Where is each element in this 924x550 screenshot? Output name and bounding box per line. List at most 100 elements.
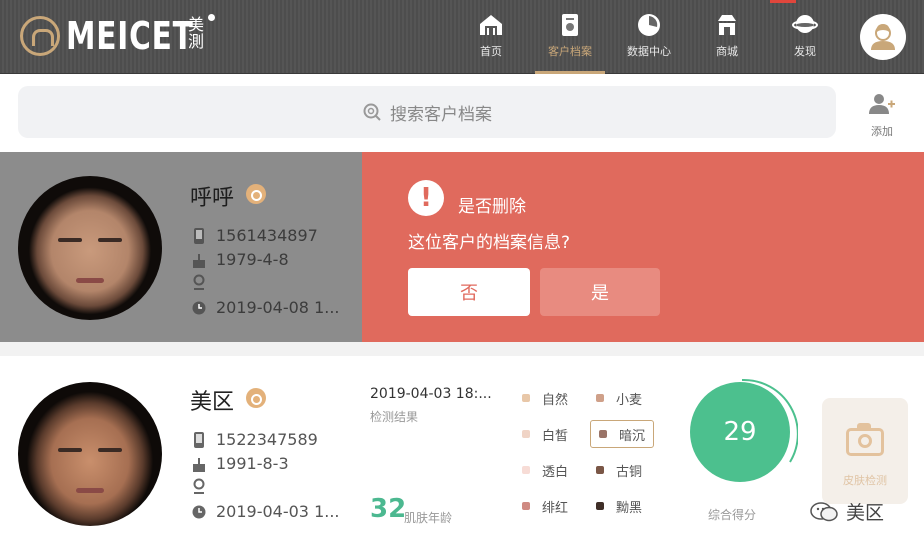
skin-age-label: 肌肤年龄 (404, 511, 453, 525)
nav-discover[interactable]: 发现 (770, 0, 840, 74)
detection-result-label: 检测结果 (370, 410, 419, 424)
add-user-icon (869, 94, 895, 114)
nav-data-center-label: 数据中心 (627, 45, 671, 58)
cancel-delete-button[interactable]: 否 (408, 268, 530, 316)
tone-swatch (522, 430, 530, 438)
user-avatar-button[interactable] (860, 14, 906, 60)
female-gender-icon (246, 388, 266, 408)
skin-tone-option: 古铜 (596, 458, 642, 482)
skin-age-value: 32 (370, 494, 407, 524)
location-pin-icon (193, 274, 205, 290)
nav-customer-file-label: 客户档案 (548, 45, 592, 58)
registered-mark-icon (208, 14, 215, 21)
tone-swatch (522, 466, 530, 474)
phone-text: 1522347589 (216, 430, 318, 449)
overall-score-label: 综合得分 (708, 508, 757, 522)
customer-name: 美区 (190, 390, 235, 415)
search-input[interactable]: 搜索客户档案 (18, 86, 836, 138)
eye-shape (58, 448, 82, 452)
mall-icon (714, 13, 740, 37)
delete-title: 是否删除 (458, 197, 526, 217)
home-icon (478, 13, 504, 37)
skin-tone-option: 透白 (522, 458, 568, 482)
tone-label: 透白 (542, 464, 569, 480)
customer-card[interactable]: 美区 1522347589 1991-8-3 2019-04-03 1... 2… (0, 356, 924, 550)
meicet-logo: MEICET 美測 (20, 14, 230, 58)
skin-test-label: 皮肤检测 (843, 474, 887, 487)
phone-icon (194, 431, 204, 448)
nav-data-center[interactable]: 数据中心 (614, 0, 684, 74)
tone-label: 白皙 (542, 428, 569, 444)
clock-icon (192, 505, 206, 518)
logo-text: MEICET (66, 14, 194, 58)
delete-message: 这位客户的档案信息? (408, 233, 571, 253)
tone-label: 古铜 (616, 464, 643, 480)
customer-birthday: 1979-4-8 (192, 250, 289, 269)
top-bar: MEICET 美測 首页 客户档案 数据中心 商城 发现 (0, 0, 924, 74)
logo-mark-icon (20, 16, 60, 56)
tone-swatch (596, 466, 604, 474)
last-visit-text: 2019-04-03 1... (216, 502, 340, 521)
search-icon (363, 103, 381, 121)
overall-score-value: 29 (690, 382, 790, 482)
user-avatar-icon (871, 24, 895, 50)
skin-test-button[interactable]: 皮肤检测 (822, 398, 908, 504)
customer-photo (18, 176, 162, 320)
tone-label: 自然 (542, 392, 569, 408)
tone-swatch (596, 502, 604, 510)
data-center-icon (636, 13, 662, 37)
search-placeholder: 搜索客户档案 (390, 104, 492, 125)
mouth-shape (76, 278, 104, 283)
customer-name: 呼呼 (190, 186, 235, 211)
nav-home-label: 首页 (480, 45, 502, 58)
customer-phone: 1561434897 (192, 226, 318, 245)
add-label: 添加 (871, 125, 893, 138)
customer-phone: 1522347589 (192, 430, 318, 449)
add-customer-button[interactable]: 添加 (862, 92, 902, 139)
female-gender-icon (246, 184, 266, 204)
skin-tone-option-selected: 暗沉 (590, 420, 655, 448)
customer-location (192, 274, 216, 290)
skin-tone-option: 黝黑 (596, 494, 642, 518)
birthday-cake-icon (193, 253, 205, 268)
skin-tone-option: 小麦 (596, 386, 642, 410)
skin-tone-option: 绯红 (522, 494, 568, 518)
customer-photo (18, 382, 162, 526)
warning-icon: ! (408, 180, 444, 216)
detection-date: 2019-04-03 18:... (370, 386, 492, 402)
eye-shape (98, 448, 122, 452)
customer-last-visit: 2019-04-08 1... (192, 298, 340, 317)
overall-score-ring: 29 (686, 378, 798, 490)
tone-label: 暗沉 (619, 428, 646, 444)
birthday-text: 1991-8-3 (216, 454, 289, 473)
confirm-delete-button[interactable]: 是 (540, 268, 660, 316)
birthday-text: 1979-4-8 (216, 250, 289, 269)
discover-icon (792, 13, 818, 37)
customer-last-visit: 2019-04-03 1... (192, 502, 340, 521)
phone-icon (194, 227, 204, 244)
eye-shape (58, 238, 82, 242)
wechat-icon (810, 501, 838, 521)
customer-card[interactable]: 呼呼 1561434897 1979-4-8 2019-04-08 1... !… (0, 152, 924, 342)
tone-swatch (522, 394, 530, 402)
tone-swatch (596, 394, 604, 402)
tone-label: 小麦 (616, 392, 643, 408)
tone-label: 绯红 (542, 500, 569, 516)
last-visit-text: 2019-04-08 1... (216, 298, 340, 317)
nav-mall[interactable]: 商城 (692, 0, 762, 74)
phone-text: 1561434897 (216, 226, 318, 245)
mouth-shape (76, 488, 104, 493)
tone-swatch (599, 430, 607, 438)
location-pin-icon (193, 478, 205, 494)
customer-birthday: 1991-8-3 (192, 454, 289, 473)
search-area: 搜索客户档案 添加 (0, 74, 924, 152)
eye-shape (98, 238, 122, 242)
tone-swatch (522, 502, 530, 510)
nav-discover-label: 发现 (794, 45, 816, 58)
delete-confirm-dialog: ! 是否删除 这位客户的档案信息? 否 是 (362, 152, 924, 342)
nav-customer-file[interactable]: 客户档案 (535, 0, 605, 74)
nav-home[interactable]: 首页 (456, 0, 526, 74)
camera-icon (846, 423, 884, 456)
tone-label: 黝黑 (616, 500, 643, 516)
birthday-cake-icon (193, 457, 205, 472)
